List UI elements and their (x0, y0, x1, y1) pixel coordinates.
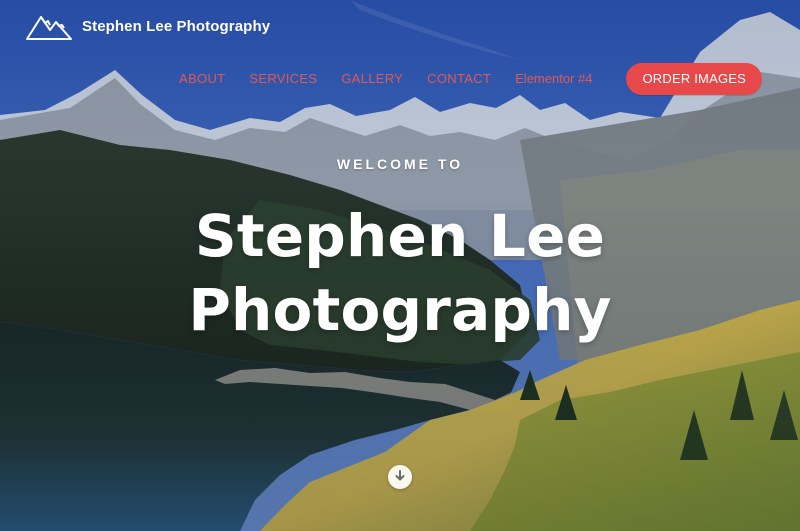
nav-services[interactable]: SERVICES (237, 63, 329, 95)
order-images-button[interactable]: ORDER IMAGES (626, 63, 762, 95)
nav-gallery[interactable]: GALLERY (329, 63, 415, 95)
nav-contact[interactable]: CONTACT (415, 63, 503, 95)
brand-link[interactable]: Stephen Lee Photography (24, 10, 270, 42)
hero-title-line-1: Stephen Lee (194, 202, 606, 270)
site-title: Stephen Lee Photography (82, 17, 271, 35)
scroll-down-button[interactable] (388, 465, 412, 489)
hero-kicker: WELCOME TO (336, 156, 464, 172)
hero-title-line-2: Photography (188, 275, 612, 344)
hero-content: WELCOME TO Stephen Lee Photography (0, 156, 800, 347)
chevron-down-circle-icon (393, 468, 407, 487)
hero-section: Stephen Lee Photography ABOUT SERVICES G… (0, 0, 800, 531)
nav-elementor-4[interactable]: Elementor #4 (503, 63, 604, 95)
header: Stephen Lee Photography ABOUT SERVICES G… (0, 0, 800, 110)
nav-about[interactable]: ABOUT (167, 63, 237, 95)
hero-title: Stephen Lee Photography (0, 200, 800, 347)
mountain-logo-icon (24, 10, 74, 42)
main-nav: ABOUT SERVICES GALLERY CONTACT Elementor… (167, 63, 762, 95)
